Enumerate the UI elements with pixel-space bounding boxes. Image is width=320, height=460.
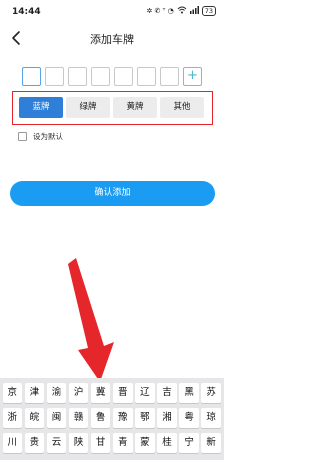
keyboard-key[interactable]: 渝	[46, 383, 67, 403]
confirm-add-button[interactable]: 确认添加	[10, 181, 215, 206]
keyboard-key[interactable]: 陕	[68, 433, 89, 453]
keyboard-key[interactable]: 晋	[113, 383, 133, 403]
province-keyboard: 京津渝沪冀晋辽吉黑苏浙皖闽赣鲁豫鄂湘粤琼川贵云陕甘青蒙桂宁新	[0, 378, 224, 460]
keyboard-key[interactable]: 琼	[201, 408, 221, 428]
keyboard-key[interactable]: 湘	[157, 408, 177, 428]
tab-green-plate[interactable]: 绿牌	[66, 97, 110, 118]
keyboard-key[interactable]: 赣	[68, 408, 89, 428]
status-icons: ✲ ✆ ᵀ ◔ 73	[146, 6, 216, 16]
set-default-option[interactable]: 设为默认	[18, 131, 63, 142]
keyboard-key[interactable]: 贵	[24, 433, 45, 453]
keyboard-key[interactable]: 豫	[113, 408, 133, 428]
keyboard-key[interactable]: 辽	[135, 383, 155, 403]
add-char-button[interactable]: +	[183, 67, 202, 86]
plate-char-box[interactable]	[91, 67, 110, 86]
signal-icon	[189, 6, 199, 16]
keyboard-key[interactable]: 沪	[68, 383, 89, 403]
keyboard-key[interactable]: 津	[24, 383, 45, 403]
wifi-icon	[177, 6, 187, 16]
battery-icon: 73	[201, 6, 216, 16]
plate-char-box[interactable]	[68, 67, 87, 86]
tab-blue-plate[interactable]: 蓝牌	[19, 97, 63, 118]
keyboard-key[interactable]: 京	[2, 383, 23, 403]
keyboard-key[interactable]: 闽	[46, 408, 67, 428]
keyboard-key[interactable]: 鲁	[90, 408, 111, 428]
keyboard-key[interactable]: 川	[2, 433, 23, 453]
plate-char-box[interactable]	[45, 67, 64, 86]
keyboard-key[interactable]: 桂	[157, 433, 177, 453]
keyboard-key[interactable]: 青	[113, 433, 133, 453]
keyboard-key[interactable]: 甘	[90, 433, 111, 453]
plate-char-box[interactable]	[137, 67, 156, 86]
default-checkbox[interactable]	[18, 132, 27, 141]
keyboard-key[interactable]: 黑	[179, 383, 199, 403]
tab-yellow-plate[interactable]: 黄牌	[113, 97, 157, 118]
plate-number-input[interactable]: +	[22, 67, 202, 86]
keyboard-key[interactable]: 粤	[179, 408, 199, 428]
status-indicator-icons: ✲ ✆ ᵀ ◔	[146, 7, 174, 15]
page-title: 添加车牌	[90, 33, 134, 46]
keyboard-key[interactable]: 鄂	[135, 408, 155, 428]
keyboard-key[interactable]: 苏	[201, 383, 221, 403]
tab-other-plate[interactable]: 其他	[160, 97, 204, 118]
keyboard-key[interactable]: 宁	[179, 433, 199, 453]
nav-bar: 添加车牌	[0, 26, 224, 52]
status-bar: 14:44 ✲ ✆ ᵀ ◔ 73	[0, 0, 224, 26]
status-time: 14:44	[12, 7, 41, 17]
keyboard-key[interactable]: 吉	[157, 383, 177, 403]
annotation-arrow-icon	[68, 258, 114, 382]
plate-char-box[interactable]	[160, 67, 179, 86]
default-label: 设为默认	[33, 132, 63, 141]
keyboard-key[interactable]: 新	[201, 433, 221, 453]
keyboard-key[interactable]: 蒙	[135, 433, 155, 453]
keyboard-key[interactable]: 云	[46, 433, 67, 453]
keyboard-key[interactable]: 浙	[2, 408, 23, 428]
keyboard-key[interactable]: 皖	[24, 408, 45, 428]
plate-char-box[interactable]	[114, 67, 133, 86]
plate-char-box[interactable]	[22, 67, 41, 86]
keyboard-key[interactable]: 冀	[90, 383, 111, 403]
